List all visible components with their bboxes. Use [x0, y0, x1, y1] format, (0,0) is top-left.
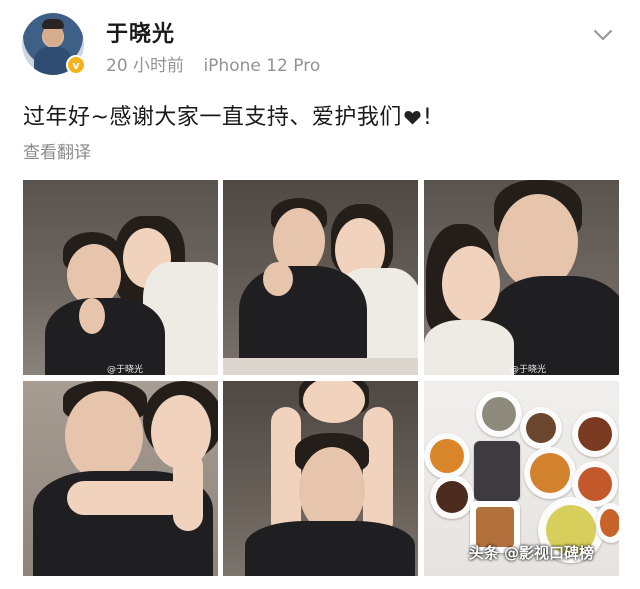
author-name[interactable]: 于晓光 — [106, 16, 175, 48]
photo-4[interactable] — [23, 381, 218, 576]
photo-3[interactable]: @于晓光 — [424, 180, 619, 375]
post-time: 20 小时前 — [106, 56, 185, 76]
post-text-end: ! — [422, 105, 433, 130]
photo-1[interactable]: @于晓光 — [23, 180, 218, 375]
image-grid: @于晓光 @于晓光 头条 @影视口碑榜 — [23, 180, 620, 577]
photo-5[interactable] — [223, 381, 418, 576]
post-text: 过年好~感谢大家一直支持、爱护我们 — [23, 105, 402, 130]
photo-watermark: @于晓光 — [510, 365, 547, 375]
post-body: 过年好~感谢大家一直支持、爱护我们! — [23, 99, 432, 131]
photo-2[interactable] — [223, 180, 418, 375]
translate-link[interactable]: 查看翻译 — [23, 138, 91, 163]
post-header: v 于晓光 20 小时前 iPhone 12 Pro — [22, 13, 622, 77]
post-device: iPhone 12 Pro — [203, 56, 321, 76]
heart-icon — [404, 110, 421, 125]
photo-watermark: @于晓光 — [107, 365, 144, 375]
source-watermark: 头条 @影视口碑榜 — [468, 544, 594, 562]
chevron-down-icon[interactable] — [592, 27, 614, 43]
verified-badge-icon: v — [66, 55, 86, 75]
post-meta: 20 小时前 iPhone 12 Pro — [106, 51, 320, 76]
